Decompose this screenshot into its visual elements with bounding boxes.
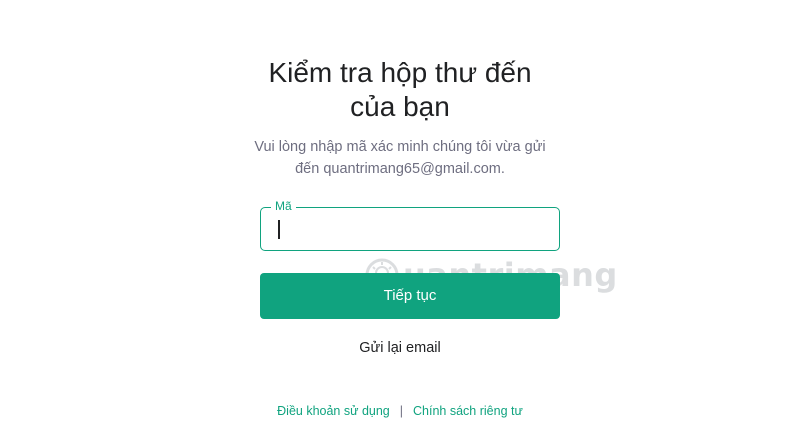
- verify-email-page: Kiểm tra hộp thư đến của bạn Vui lòng nh…: [0, 0, 800, 447]
- resend-email-link[interactable]: Gửi lại email: [310, 338, 490, 358]
- continue-button[interactable]: Tiếp tục: [260, 273, 560, 319]
- page-subtitle: Vui lòng nhập mã xác minh chúng tôi vừa …: [220, 136, 580, 180]
- code-field[interactable]: Mã: [260, 199, 560, 251]
- code-input[interactable]: [277, 217, 547, 241]
- code-field-label: Mã: [271, 199, 296, 213]
- subtitle-line-2: đến quantrimang65@gmail.com.: [295, 161, 505, 177]
- page-title-line-1: Kiểm tra hộp thư đến: [268, 57, 532, 88]
- privacy-policy-link[interactable]: Chính sách riêng tư: [413, 404, 523, 418]
- footer-separator: |: [399, 404, 404, 418]
- terms-of-use-link[interactable]: Điều khoản sử dụng: [277, 404, 390, 418]
- page-title: Kiểm tra hộp thư đến của bạn: [200, 56, 600, 124]
- footer-links: Điều khoản sử dụng | Chính sách riêng tư: [200, 402, 600, 420]
- page-title-line-2: của bạn: [350, 91, 450, 122]
- subtitle-line-1: Vui lòng nhập mã xác minh chúng tôi vừa …: [254, 139, 546, 155]
- text-cursor: [278, 220, 280, 239]
